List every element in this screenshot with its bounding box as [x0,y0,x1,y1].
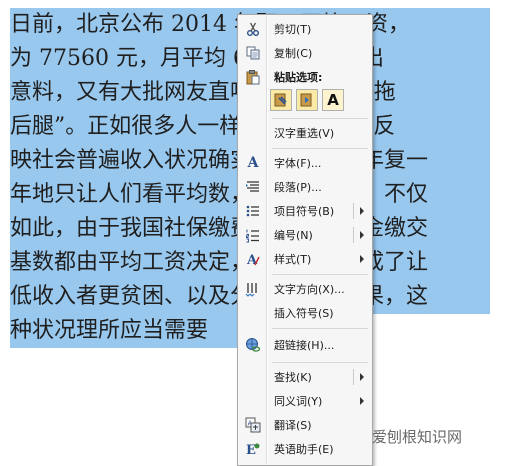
text-direction-icon [240,278,266,300]
paste-keep-source-icon [273,91,289,110]
font-icon: A [247,155,259,171]
menu-separator [272,148,368,149]
copy-icon [240,42,266,64]
menu-item-label: 复制(C) [274,47,313,60]
scissors-icon [240,18,266,40]
menu-item-label: 剪切(T) [274,23,312,36]
blank-icon [240,366,266,388]
menu-item-hyperlink[interactable]: 超链接(H)... [240,334,370,356]
context-menu: 剪切(T) 复制(C) 粘贴选项: A 汉字重选(V) A 字体(F)... 段… [237,14,373,466]
document-line[interactable]: 种状况理所应当需要 [10,314,240,348]
paragraph-icon [240,176,266,198]
menu-item-bullets[interactable]: 项目符号(B) [240,200,370,222]
menu-item-text-direction[interactable]: 文字方向(X)... [240,278,370,300]
paste-text-only-button[interactable]: A [322,89,344,111]
menu-item-numbering[interactable]: 编号(N) [240,224,370,246]
menu-separator [272,118,368,119]
menu-separator [272,362,368,363]
numbering-icon [240,224,266,246]
submenu-arrow-icon[interactable] [360,373,364,381]
menu-item-english-assistant[interactable]: E 英语助手(E) [240,438,370,460]
menu-item-label: 同义词(Y) [274,395,323,408]
paste-options-label: 粘贴选项: [274,71,323,84]
menu-item-find[interactable]: 查找(K) [240,366,370,388]
blank-icon [240,122,266,144]
paste-merge-format-button[interactable] [296,89,318,111]
submenu-arrow-icon[interactable] [360,231,364,239]
menu-item-label: 编号(N) [274,229,313,242]
menu-item-copy[interactable]: 复制(C) [240,42,370,64]
menu-item-label: 英语助手(E) [274,443,334,456]
english-assistant-icon: E [240,438,266,460]
blank-icon [240,390,266,412]
paste-icon [240,66,266,88]
split-divider [353,227,354,243]
menu-item-label: 文字方向(X)... [274,283,345,296]
paste-text-only-icon: A [327,91,339,109]
split-divider [353,369,354,385]
split-divider [353,203,354,219]
menu-item-label: 样式(T) [274,253,312,266]
menu-item-paragraph[interactable]: 段落(P)... [240,176,370,198]
submenu-arrow-icon[interactable] [360,207,364,215]
svg-text:E: E [246,443,256,457]
styles-icon: A [240,248,266,270]
menu-item-translate[interactable]: A 翻译(S) [240,414,370,436]
paste-options-row: A [270,89,344,111]
menu-item-label: 查找(K) [274,371,312,384]
menu-item-reconvert[interactable]: 汉字重选(V) [240,122,370,144]
menu-item-label: 翻译(S) [274,419,312,432]
paste-merge-icon [299,91,315,110]
watermark: 爱刨根知识网 [372,428,463,446]
menu-item-font[interactable]: A 字体(F)... [240,152,370,174]
submenu-arrow-icon [360,255,364,263]
menu-item-label: 项目符号(B) [274,205,335,218]
blank-icon [240,302,266,324]
menu-item-label: 超链接(H)... [274,339,335,352]
menu-item-synonyms[interactable]: 同义词(Y) [240,390,370,412]
menu-item-label: 段落(P)... [274,181,322,194]
submenu-arrow-icon [360,397,364,405]
svg-text:A: A [246,253,258,267]
menu-item-label: 汉字重选(V) [274,127,335,140]
menu-item-cut[interactable]: 剪切(T) [240,18,370,40]
bullets-icon [240,200,266,222]
paste-options-header: 粘贴选项: [240,66,370,88]
menu-separator [272,328,368,329]
menu-separator [272,274,368,275]
menu-item-insert-symbol[interactable]: 插入符号(S) [240,302,370,324]
menu-item-label: 字体(F)... [274,157,322,170]
menu-item-label: 插入符号(S) [274,307,334,320]
menu-item-styles[interactable]: A 样式(T) [240,248,370,270]
paste-keep-source-button[interactable] [270,89,292,111]
hyperlink-globe-icon [240,334,266,356]
translate-icon: A [240,414,266,436]
